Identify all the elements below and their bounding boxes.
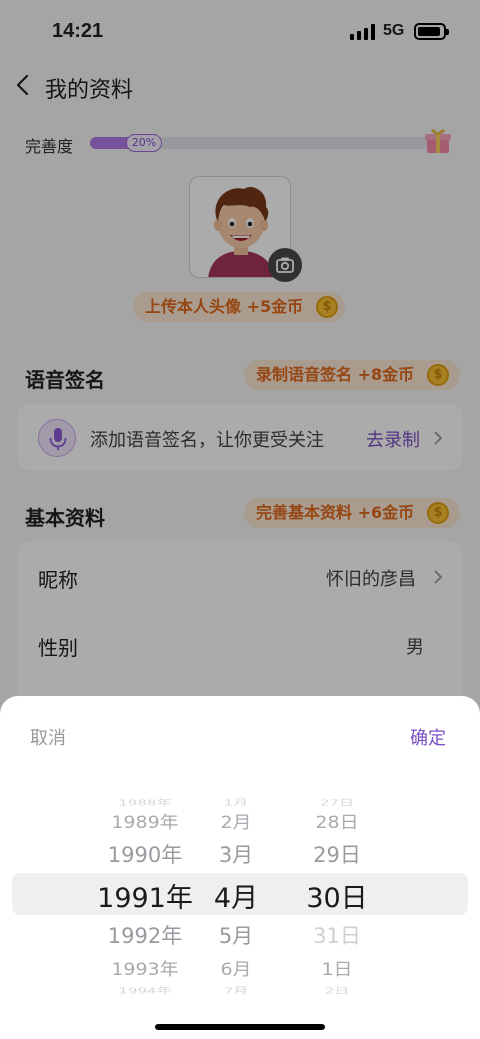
picker-day-option[interactable]: 28日	[277, 809, 397, 833]
picker-day-option[interactable]: 27日	[277, 797, 397, 809]
date-picker-sheet: 取消 确定 1988年 1989年 1990年 1991年 1992年 1993年 1994…	[0, 696, 480, 1039]
picker-day-option[interactable]: 30日	[277, 876, 397, 915]
picker-day-option[interactable]: 29日	[277, 839, 397, 869]
cancel-button[interactable]: 取消	[30, 724, 66, 750]
picker-day-option[interactable]: 1日	[277, 956, 397, 980]
picker-day-option[interactable]: 2日	[277, 985, 397, 997]
picker-day-option[interactable]: 31日	[277, 920, 397, 950]
confirm-button[interactable]: 确定	[410, 724, 446, 750]
home-indicator	[155, 1024, 325, 1030]
